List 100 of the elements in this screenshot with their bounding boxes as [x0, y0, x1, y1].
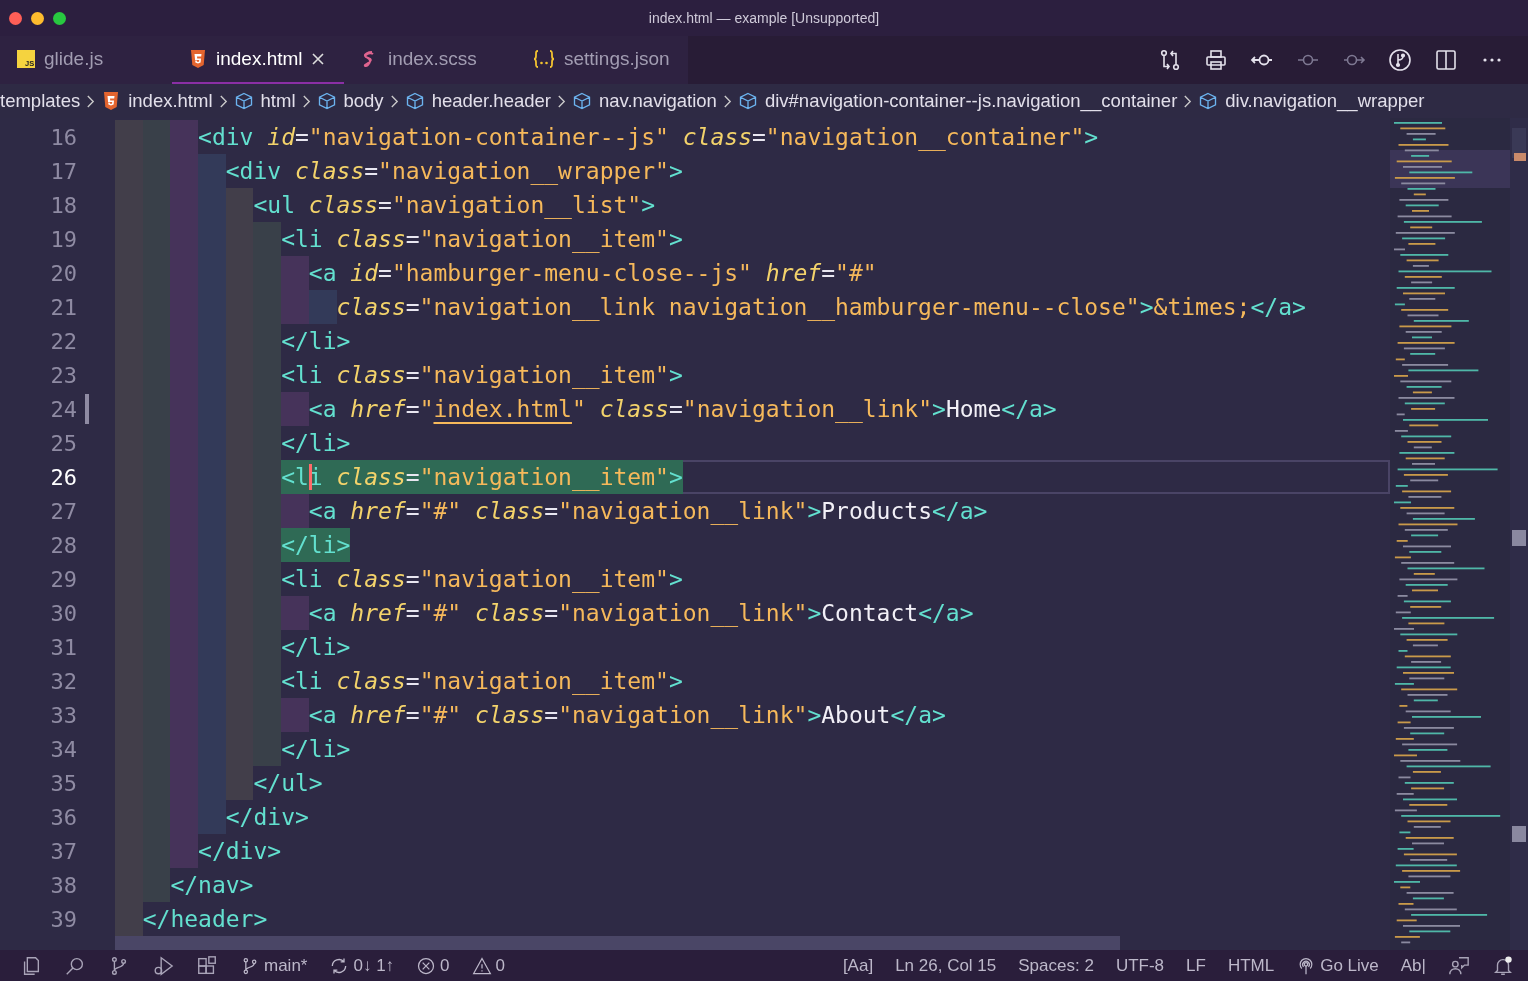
indent-guide [198, 800, 226, 834]
code-line: <l i class="navigation__item"> [281, 460, 683, 494]
status-item[interactable]: Ln 26, Col 15 [895, 955, 997, 976]
error-icon [416, 955, 437, 976]
line-number: 16 [50, 124, 77, 150]
indent-guide [281, 290, 309, 324]
indent-guide [142, 120, 171, 154]
line-number: 36 [50, 804, 77, 830]
branch-status[interactable]: main* [240, 955, 308, 976]
code-line: <ul class="navigation__list"> [253, 191, 656, 221]
cube-icon [316, 91, 337, 111]
line-number: 34 [50, 736, 77, 762]
line-number: 26 [50, 464, 77, 490]
indent-guide [198, 154, 226, 188]
editor-tab[interactable]: settings.json [516, 36, 688, 84]
line-number: 28 [50, 532, 77, 558]
code-line: </li> [281, 633, 351, 662]
breadcrumb-item[interactable]: index.html [101, 90, 213, 112]
warning-count[interactable]: 0 [471, 955, 506, 976]
chevron-right-icon [1183, 93, 1193, 109]
window-title: index.html — example [Unsupported] [648, 10, 880, 26]
indent-guide [253, 732, 282, 766]
line-number: 19 [50, 226, 77, 252]
code-line: <a href="#" class="navigation__link">About</a> [308, 701, 946, 731]
cube-icon [1198, 91, 1219, 111]
status-item[interactable]: LF [1186, 955, 1206, 976]
indent-guide [142, 868, 171, 902]
breadcrumb-item[interactable]: body [316, 90, 384, 112]
chevron-right-icon [556, 93, 566, 109]
line-number: 30 [50, 600, 77, 626]
line-number: 22 [50, 328, 77, 354]
indent-guide [281, 256, 309, 290]
code-line: <a href="#" class="navigation__link">Products</a> [308, 497, 988, 527]
feedback-icon[interactable] [1448, 954, 1470, 977]
cube-icon [233, 91, 254, 111]
status-item[interactable]: [Aa] [842, 955, 874, 976]
code-line: <li class="navigation__item"> [281, 361, 683, 391]
extensions-icon[interactable] [196, 954, 218, 977]
indent-guide [281, 596, 309, 630]
status-item[interactable]: UTF-8 [1115, 955, 1165, 976]
breadcrumb-item[interactable]: div.navigation__wrapper [1198, 90, 1425, 112]
sync-status[interactable]: 0↓ 1↑ [329, 955, 395, 976]
chevron-right-icon [301, 93, 311, 109]
branch-circle-icon[interactable] [1388, 48, 1412, 72]
status-item[interactable]: HTML [1227, 955, 1275, 976]
line-number: 33 [50, 702, 77, 728]
error-count[interactable]: 0 [416, 955, 450, 976]
chevron-right-icon [722, 93, 732, 109]
split-editor-icon[interactable] [1434, 48, 1458, 72]
breadcrumb-item[interactable]: header.header [404, 90, 551, 112]
code-line: <div class="navigation__wrapper"> [225, 157, 683, 187]
print-icon[interactable] [1204, 48, 1228, 72]
code-line: </li> [281, 429, 351, 458]
chevron-right-icon [218, 93, 228, 109]
code-line: </nav> [170, 871, 254, 900]
line-number: 39 [50, 906, 77, 932]
line-number: 25 [50, 430, 77, 456]
code-line: </header> [142, 905, 268, 934]
code-line: <li class="navigation__item"> [281, 565, 683, 595]
code-line: <div id="navigation-container--js" class="navigation__container"> [198, 123, 1099, 153]
warning-icon [471, 955, 492, 976]
horizontal-scrollbar[interactable] [115, 936, 1120, 950]
status-item[interactable]: Spaces: 2 [1018, 955, 1094, 976]
chevron-right-icon [389, 93, 399, 109]
bell-dot-icon[interactable] [1492, 954, 1514, 977]
code-line: <a href="index.html" class="navigation__link">Home</a> [308, 395, 1057, 425]
braces-icon [532, 49, 556, 69]
editor-tab[interactable]: index.scss [344, 36, 516, 84]
status-item[interactable]: Ab| [1400, 955, 1426, 976]
indent-guide [170, 834, 199, 868]
breadcrumb-item[interactable]: html [233, 90, 296, 112]
breadcrumb-item[interactable]: div#navigation-container--js.navigation__container [737, 90, 1178, 112]
zoom-window-button[interactable] [53, 11, 66, 25]
code-line: <a id="hamburger-menu-close--js" href="#" [308, 259, 877, 288]
code-line: <a href="#" class="navigation__link">Contact</a> [308, 599, 974, 629]
breadcrumb-item[interactable]: templates [0, 90, 81, 112]
code-line: <li class="navigation__item"> [281, 667, 683, 697]
code-line: class="navigation__link navigation__hamburger-menu--close">&times;</a> [336, 293, 1306, 323]
line-number: 29 [50, 566, 77, 592]
indent-guide [281, 698, 309, 732]
line-number: 32 [50, 668, 77, 694]
line-number: 21 [50, 294, 77, 320]
go-live-button[interactable]: Go Live [1296, 955, 1379, 976]
html-file-icon [188, 49, 208, 69]
code-line: <li class="navigation__item"> [281, 225, 683, 255]
code-line: </li> [281, 327, 351, 356]
indent-guide [253, 222, 282, 256]
line-number: 24 [50, 396, 77, 422]
line-number: 38 [50, 872, 77, 898]
breadcrumb-item[interactable]: nav.navigation [571, 90, 717, 112]
debug-run-icon[interactable] [152, 954, 174, 977]
indent-guide [115, 902, 143, 936]
close-icon[interactable] [310, 52, 325, 66]
indent-guide [170, 120, 199, 154]
indent-guide [281, 494, 309, 528]
compare-icon[interactable] [1158, 48, 1182, 72]
code-line: </li> [281, 735, 351, 764]
line-number: 31 [50, 634, 77, 660]
close-window-button[interactable] [9, 11, 22, 25]
minimize-window-button[interactable] [31, 11, 44, 25]
